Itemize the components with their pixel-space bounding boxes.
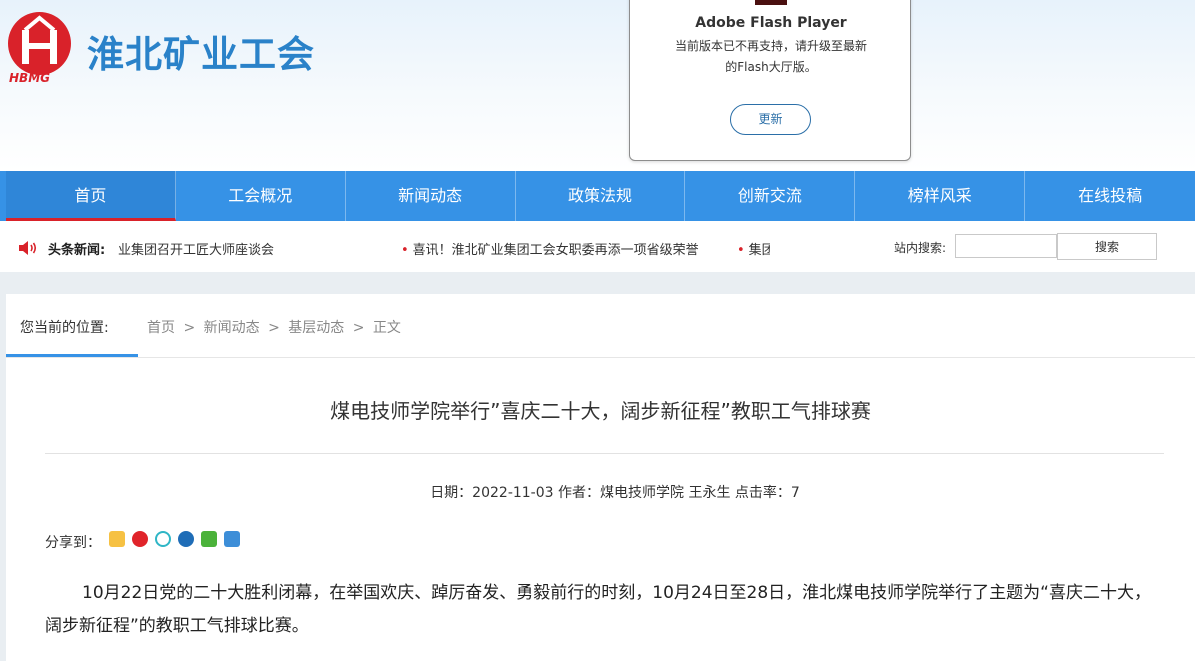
wechat-share-icon[interactable] <box>201 531 217 547</box>
search-button[interactable]: 搜索 <box>1057 233 1157 260</box>
headline-label: 头条新闻: <box>48 243 106 258</box>
article-container: 您当前的位置: 首页 > 新闻动态 > 基层动态 > 正文 煤电技师学院举行”喜… <box>6 294 1195 661</box>
logo-icon[interactable] <box>8 12 71 75</box>
speaker-icon <box>19 241 37 255</box>
breadcrumb-separator: > <box>183 320 196 336</box>
weibo-share-icon[interactable] <box>132 531 148 547</box>
breadcrumb-label: 您当前的位置: <box>20 320 109 336</box>
qzone-share-icon[interactable] <box>109 531 125 547</box>
site-title[interactable]: 淮北矿业工会 <box>87 24 315 78</box>
share-label: 分享到： <box>45 535 101 551</box>
breadcrumb-separator: > <box>352 320 365 336</box>
ticker-item[interactable]: 业集团召开工匠大师座谈会 <box>118 239 274 258</box>
article-title: 煤电技师学院举行”喜庆二十大，阔步新征程”教职工气排球赛 <box>330 399 871 423</box>
ticker-item[interactable]: • 集团 <box>737 239 770 258</box>
pengyou-share-icon[interactable] <box>155 531 171 547</box>
flash-message-line2: 的Flash大厅版。 <box>725 60 817 74</box>
nav-item-role-models[interactable]: 榜样风采 <box>855 171 1026 221</box>
title-divider <box>45 453 1164 454</box>
nav-item-innovation[interactable]: 创新交流 <box>685 171 856 221</box>
ticker-item[interactable]: • 喜讯！淮北矿业集团工会女职委再添一项省级荣誉 <box>401 239 699 258</box>
bullet-icon: • <box>737 243 745 258</box>
article-meta: 日期：2022-11-03 作者：煤电技师学院 王永生 点击率：7 <box>430 485 800 501</box>
breadcrumb-grassroots[interactable]: 基层动态 <box>288 320 344 336</box>
nav-item-union-overview[interactable]: 工会概况 <box>176 171 346 221</box>
breadcrumb-underline <box>6 354 138 357</box>
flash-player-popup: Adobe Flash Player 当前版本已不再支持，请升级至最新 的Fla… <box>629 0 911 161</box>
share-icons <box>109 531 240 547</box>
breadcrumb-path: 首页 > 新闻动态 > 基层动态 > 正文 <box>147 317 405 337</box>
renren-share-icon[interactable] <box>178 531 194 547</box>
logo-text: HBMG <box>9 71 50 85</box>
main-nav: 首页 工会概况 新闻动态 政策法规 创新交流 榜样风采 在线投稿 <box>0 171 1195 221</box>
ticker-item-text[interactable]: 喜讯！淮北矿业集团工会女职委再添一项省级荣誉 <box>413 243 699 258</box>
nav-item-policy[interactable]: 政策法规 <box>516 171 686 221</box>
flash-popup-message: 当前版本已不再支持，请升级至最新 的Flash大厅版。 <box>660 36 882 78</box>
nav-item-submit[interactable]: 在线投稿 <box>1025 171 1195 221</box>
search-input[interactable] <box>955 234 1057 258</box>
site-header: HBMG 淮北矿业工会 <box>0 0 1195 171</box>
nav-item-news[interactable]: 新闻动态 <box>346 171 516 221</box>
flash-message-line1: 当前版本已不再支持，请升级至最新 <box>674 39 867 53</box>
search-label: 站内搜索: <box>894 241 947 255</box>
breadcrumb-separator: > <box>268 320 280 336</box>
more-share-icon[interactable] <box>224 531 240 547</box>
nav-item-home[interactable]: 首页 <box>6 171 176 221</box>
breadcrumb-current: 正文 <box>372 320 401 336</box>
ticker-item-text[interactable]: 业集团召开工匠大师座谈会 <box>118 243 274 258</box>
ticker-item-text[interactable]: 集团 <box>749 243 770 258</box>
breadcrumb-news[interactable]: 新闻动态 <box>204 320 260 336</box>
breadcrumb-home[interactable]: 首页 <box>147 320 175 336</box>
bullet-icon: • <box>401 243 409 258</box>
flash-popup-title: Adobe Flash Player <box>695 15 847 31</box>
breadcrumb: 您当前的位置: 首页 > 新闻动态 > 基层动态 > 正文 <box>6 294 1195 358</box>
article-body: 10月22日党的二十大胜利闭幕，在举国欢庆、踔厉奋发、勇毅前行的时刻，10月24… <box>45 583 1151 636</box>
flash-update-button[interactable]: 更新 <box>730 104 811 135</box>
flash-logo-icon <box>755 0 787 5</box>
